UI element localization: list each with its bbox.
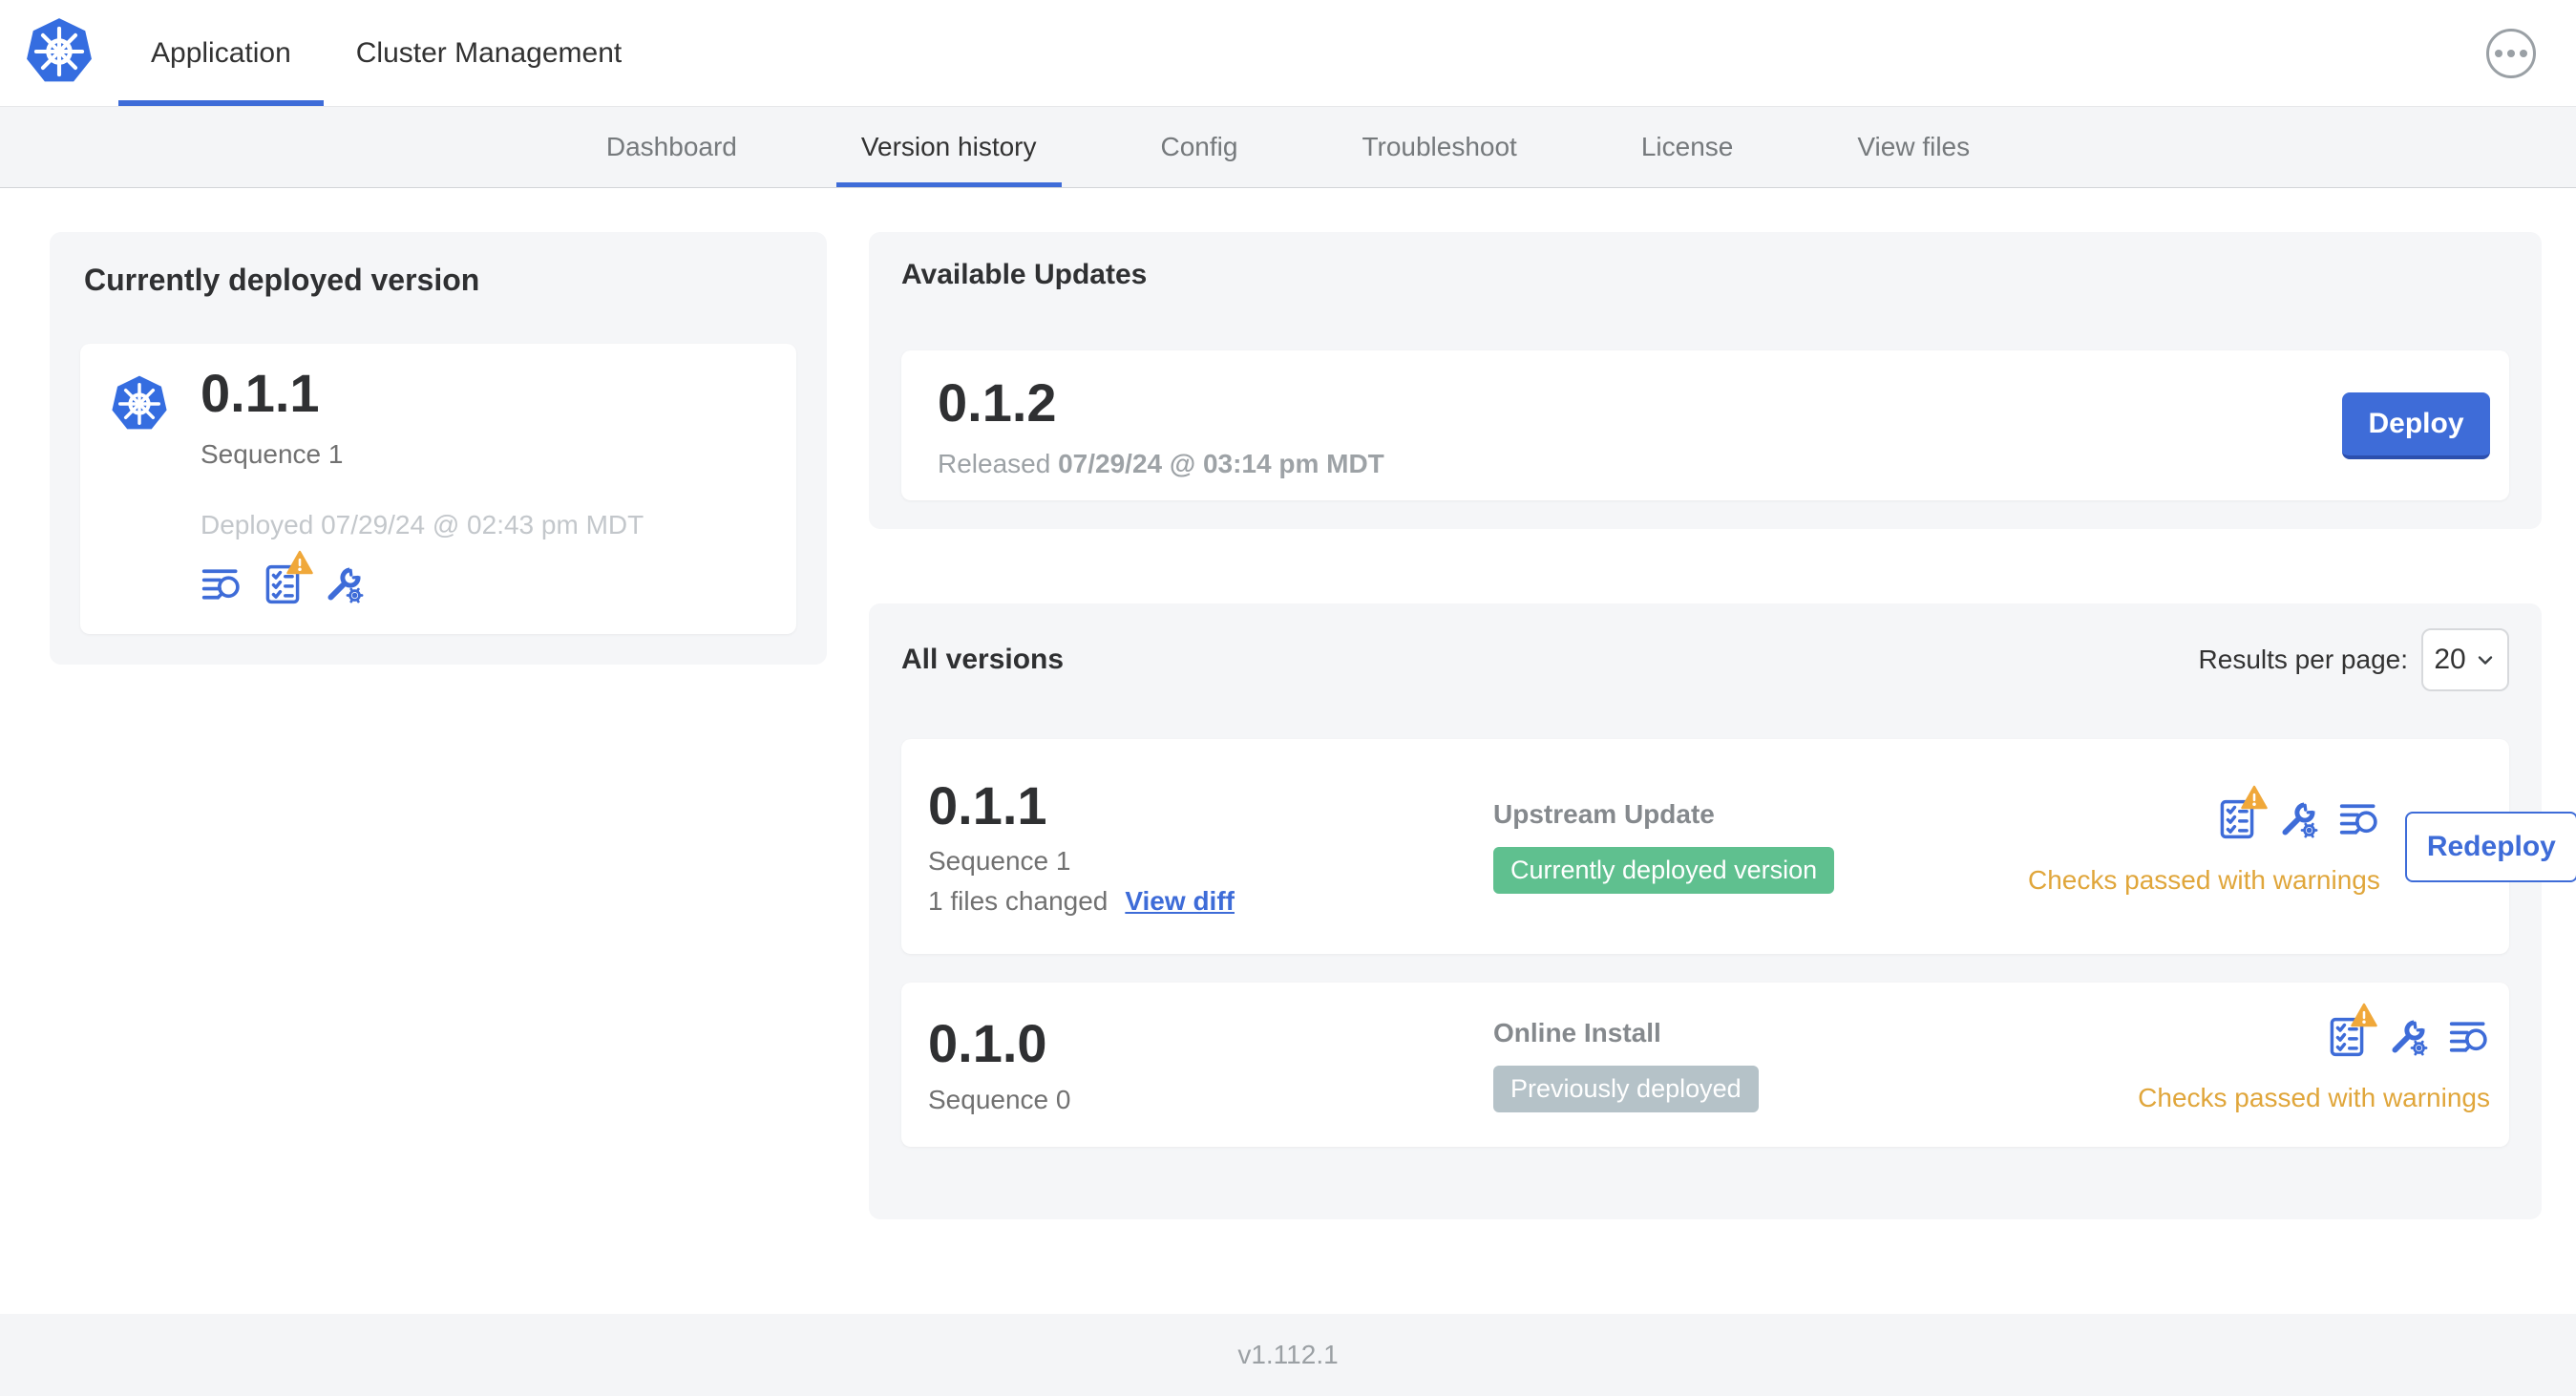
main-content: Currently deployed version 0.1.1 Sequenc… — [0, 188, 2576, 1219]
tab-config[interactable]: Config — [1136, 107, 1263, 187]
all-versions-header: All versions Results per page: 20 — [901, 628, 2509, 691]
kubernetes-app-icon — [109, 372, 170, 435]
checks-status-text: Checks passed with warnings — [2138, 1083, 2490, 1112]
row-action-icons — [2326, 1016, 2490, 1058]
release-notes-icon[interactable] — [2338, 798, 2380, 840]
tab-version-history[interactable]: Version history — [835, 107, 1062, 187]
available-updates-title: Available Updates — [901, 259, 1148, 290]
files-changed-label: 1 files changed — [928, 886, 1109, 917]
config-icon[interactable] — [323, 563, 365, 605]
tab-application[interactable]: Application — [118, 0, 324, 106]
row-source-label: Online Install — [1493, 1017, 1661, 1047]
tab-dashboard[interactable]: Dashboard — [581, 107, 762, 187]
currently-deployed-version-card: 0.1.1 Sequence 1 Deployed 07/29/24 @ 02:… — [80, 344, 796, 635]
currently-deployed-badge: Currently deployed version — [1493, 847, 1835, 894]
redeploy-button[interactable]: Redeploy — [2404, 811, 2576, 882]
app-tabs: Application Cluster Management — [118, 0, 654, 106]
footer: v1.112.1 — [0, 1314, 2576, 1396]
currently-deployed-title: Currently deployed version — [84, 263, 480, 297]
checks-status-text: Checks passed with warnings — [2028, 864, 2380, 895]
update-released-date: Released 07/29/24 @ 03:14 pm MDT — [938, 449, 1384, 478]
kubernetes-logo-icon — [23, 15, 95, 88]
results-per-page-label: Results per page: — [2198, 645, 2408, 674]
version-row-0-1-1: 0.1.1 Sequence 1 1 files changed View di… — [901, 739, 2576, 954]
row-source-label: Upstream Update — [1493, 799, 1715, 829]
row-sequence: Sequence 0 — [928, 1084, 1071, 1114]
ellipsis-menu-button[interactable] — [2486, 29, 2536, 78]
current-version-sequence: Sequence 1 — [201, 439, 344, 470]
chevron-down-icon — [2474, 648, 2497, 671]
tab-application-label: Application — [151, 36, 291, 69]
preflight-checks-button[interactable] — [2326, 1016, 2368, 1058]
update-version-number: 0.1.2 — [938, 372, 1057, 433]
release-notes-icon[interactable] — [201, 563, 243, 605]
config-icon[interactable] — [2387, 1016, 2429, 1058]
view-diff-link[interactable]: View diff — [1125, 886, 1235, 917]
row-sequence: Sequence 1 — [928, 846, 1071, 877]
warning-triangle-icon — [2351, 1003, 2377, 1027]
previously-deployed-badge: Previously deployed — [1493, 1065, 1759, 1112]
results-per-page-select[interactable]: 20 — [2421, 628, 2509, 691]
ellipsis-icon — [2495, 50, 2502, 57]
version-row-0-1-0: 0.1.0 Sequence 0 Online Install Previous… — [901, 983, 2509, 1147]
preflight-checks-button[interactable] — [2216, 798, 2258, 840]
app-subnav: Dashboard Version history Config Trouble… — [0, 107, 2576, 188]
deploy-button[interactable]: Deploy — [2342, 391, 2490, 459]
tab-license[interactable]: License — [1616, 107, 1759, 187]
tab-view-files[interactable]: View files — [1832, 107, 1995, 187]
tab-troubleshoot[interactable]: Troubleshoot — [1337, 107, 1541, 187]
available-update-row: 0.1.2 Released 07/29/24 @ 03:14 pm MDT D… — [901, 350, 2509, 500]
results-per-page: Results per page: 20 — [2199, 628, 2509, 691]
current-version-deployed-date: Deployed 07/29/24 @ 02:43 pm MDT — [201, 510, 644, 540]
version-rows: 0.1.1 Sequence 1 1 files changed View di… — [901, 739, 2576, 1147]
right-column: Available Updates 0.1.2 Released 07/29/2… — [869, 232, 2576, 1219]
all-versions-title: All versions — [901, 644, 1065, 675]
top-bar: Application Cluster Management — [0, 0, 2576, 107]
tab-cluster-management-label: Cluster Management — [355, 36, 623, 69]
available-updates-card: Available Updates 0.1.2 Released 07/29/2… — [869, 232, 2542, 529]
warning-triangle-icon — [286, 550, 313, 575]
row-version-number: 0.1.0 — [928, 1013, 1047, 1074]
release-notes-icon[interactable] — [2448, 1016, 2490, 1058]
config-icon[interactable] — [2277, 798, 2319, 840]
current-version-actions — [201, 563, 644, 605]
preflight-checks-button[interactable] — [262, 563, 304, 605]
tab-cluster-management[interactable]: Cluster Management — [324, 0, 654, 106]
row-action-icons — [2216, 798, 2380, 840]
warning-triangle-icon — [2241, 785, 2268, 810]
all-versions-card: All versions Results per page: 20 0.1.1 … — [869, 603, 2576, 1219]
row-version-number: 0.1.1 — [928, 774, 1047, 835]
currently-deployed-card: Currently deployed version 0.1.1 Sequenc… — [50, 232, 827, 666]
current-version-number: 0.1.1 — [201, 363, 320, 423]
console-version: v1.112.1 — [1237, 1340, 1339, 1369]
